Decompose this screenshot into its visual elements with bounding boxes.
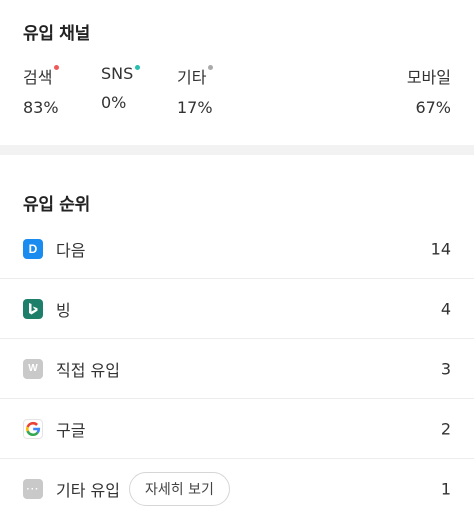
more-dots-icon: ···: [23, 479, 43, 499]
gray-dot-icon: [208, 65, 214, 70]
red-dot-icon: [54, 65, 60, 70]
rank-count: 14: [430, 239, 451, 258]
channel-mobile-label: 모바일: [406, 68, 451, 87]
channel-mobile: 모바일 67%: [407, 64, 451, 117]
channel-sns: SNS 0%: [101, 64, 141, 112]
list-item[interactable]: ··· 기타 유입 자세히 보기 1: [0, 459, 474, 519]
rank-count: 4: [440, 299, 451, 318]
rank-name: 다음: [56, 240, 86, 260]
channel-search: 검색 83%: [23, 64, 60, 117]
rank-name: 빙: [56, 300, 71, 320]
list-item[interactable]: W 직접 유입 3: [0, 339, 474, 399]
channel-section-title: 유입 채널: [23, 24, 90, 44]
rank-name: 직접 유입: [56, 360, 120, 380]
ranking-section-title: 유입 순위: [23, 195, 90, 215]
channel-sns-value: 0%: [101, 93, 127, 112]
ranking-list: D 다음 14 빙 4 W 직접 유입 3 구글 2 ··· 기타 유입 자세히…: [0, 219, 474, 519]
channel-mobile-value: 67%: [415, 98, 451, 117]
channel-etc-value: 17%: [177, 98, 213, 117]
channel-etc: 기타 17%: [177, 64, 214, 117]
channel-search-label: 검색: [23, 68, 53, 87]
channel-sns-label: SNS: [101, 64, 134, 83]
rank-name: 구글: [56, 420, 86, 440]
google-icon: [23, 418, 43, 439]
channel-search-value: 83%: [23, 98, 59, 117]
list-item[interactable]: 빙 4: [0, 279, 474, 339]
daum-icon: D: [23, 238, 43, 259]
list-item[interactable]: 구글 2: [0, 399, 474, 459]
teal-dot-icon: [135, 65, 141, 70]
rank-name: 기타 유입: [56, 481, 120, 500]
section-divider: [0, 145, 474, 155]
bing-icon: [23, 298, 43, 319]
google-glyph: [25, 421, 41, 436]
list-item[interactable]: D 다음 14: [0, 219, 474, 279]
direct-icon: W: [23, 358, 43, 379]
bing-glyph: [29, 302, 38, 314]
rank-count: 3: [440, 359, 451, 378]
rank-count: 1: [440, 479, 451, 499]
channel-etc-label: 기타: [177, 68, 207, 87]
view-details-button[interactable]: 자세히 보기: [129, 472, 230, 506]
rank-count: 2: [440, 419, 451, 438]
